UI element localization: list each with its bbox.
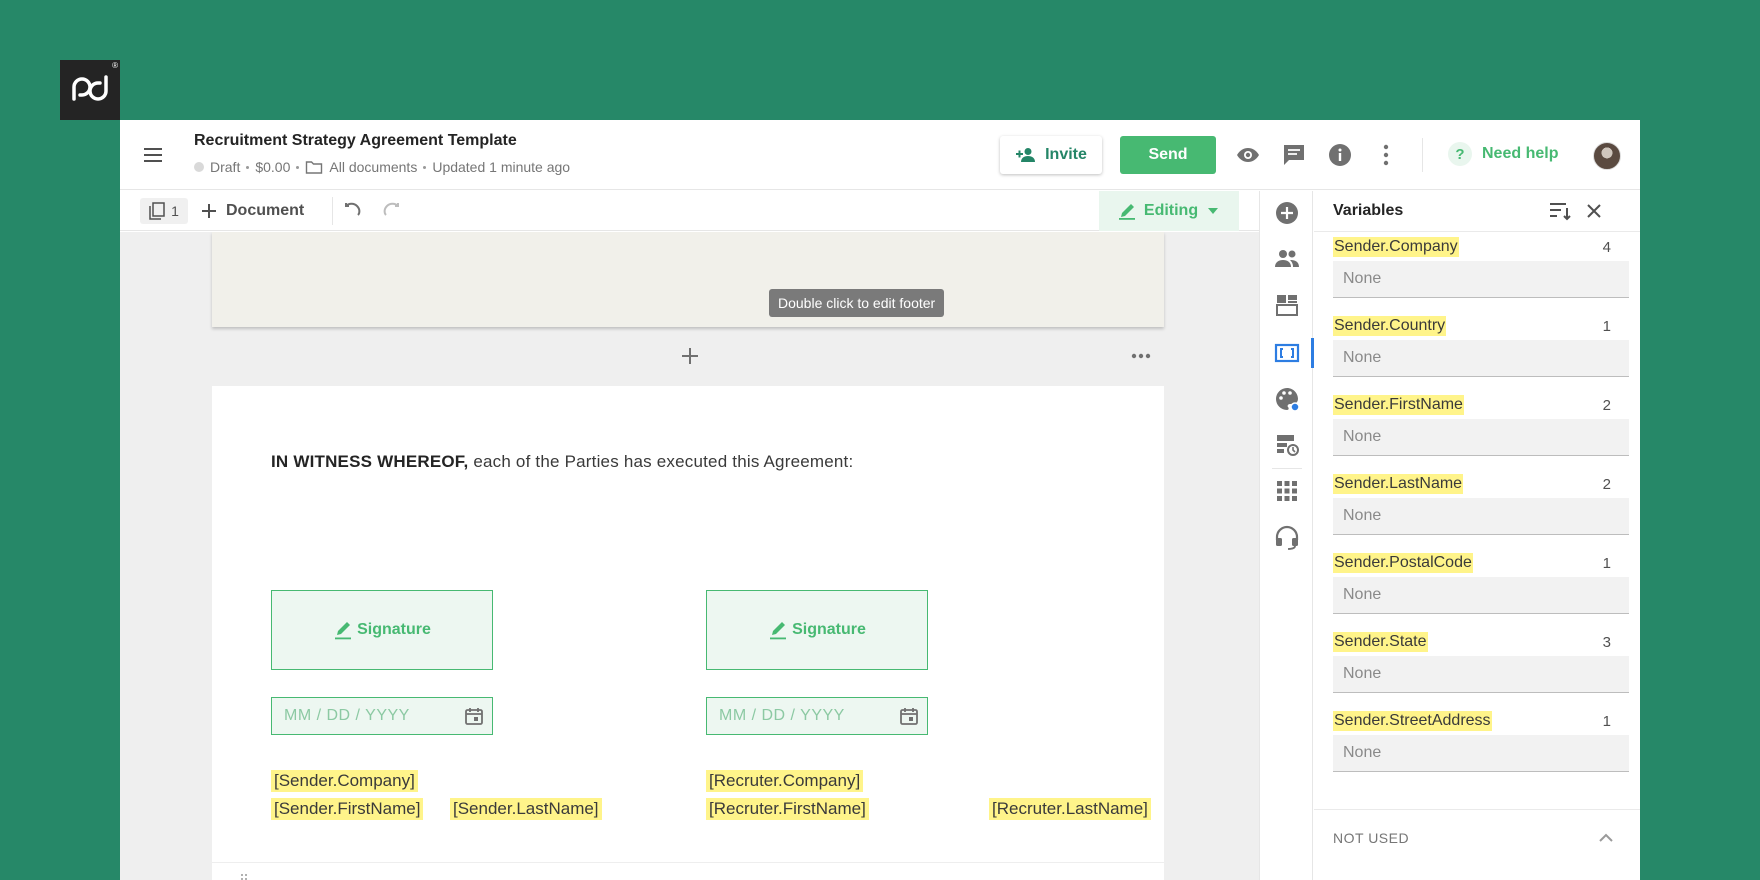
document-title[interactable]: Recruitment Strategy Agreement Template: [194, 132, 517, 150]
signature-field-sender[interactable]: Signature: [271, 590, 493, 670]
headset-icon[interactable]: [1274, 524, 1300, 550]
more-vertical-icon[interactable]: [1374, 143, 1398, 167]
hamburger-menu-icon[interactable]: [142, 144, 164, 166]
date-field-sender[interactable]: MM / DD / YYYY: [271, 697, 493, 735]
variable-tag-recruter-firstname[interactable]: [Recruter.FirstName]: [706, 798, 869, 820]
info-icon[interactable]: [1328, 143, 1352, 167]
content-icon[interactable]: [1274, 292, 1300, 318]
updated-label: Updated 1 minute ago: [432, 159, 571, 175]
add-circle-icon[interactable]: [1274, 200, 1300, 226]
variable-tag-sender-lastname[interactable]: [Sender.LastName]: [450, 798, 602, 820]
avatar[interactable]: [1593, 142, 1621, 170]
chevron-up-icon[interactable]: [1596, 828, 1616, 848]
variable-tag-recruter-company[interactable]: [Recruter.Company]: [706, 770, 864, 792]
folder-icon: [306, 161, 323, 174]
pandadoc-logo: ®: [60, 60, 120, 120]
invite-button[interactable]: Invite: [1000, 136, 1102, 174]
page-footer[interactable]: Double click to edit footer: [212, 232, 1164, 327]
variables-icon[interactable]: [1274, 340, 1300, 366]
variable-tag-recruter-lastname[interactable]: [Recruter.LastName]: [989, 798, 1151, 820]
variable-count: 2: [1602, 476, 1611, 493]
status-dot: [194, 162, 204, 172]
variable-value-input[interactable]: [1333, 577, 1629, 614]
status-label: Draft: [210, 159, 241, 175]
folder-link[interactable]: All documents: [329, 159, 417, 175]
variable-value-input[interactable]: [1333, 419, 1629, 456]
add-page-icon[interactable]: [678, 344, 702, 368]
next-block[interactable]: [212, 862, 1164, 880]
send-button[interactable]: Send: [1120, 136, 1216, 174]
variable-value-input[interactable]: [1333, 340, 1629, 377]
pencil-icon: [335, 622, 352, 640]
variable-tag-sender-company[interactable]: [Sender.Company]: [271, 770, 418, 792]
pages-button[interactable]: 1: [140, 198, 188, 224]
need-help-button[interactable]: ? Need help: [1448, 142, 1558, 166]
add-person-icon: [1016, 148, 1036, 162]
design-icon[interactable]: [1274, 386, 1300, 412]
variables-panel: Variables Sender.Company 4 Sender.Countr…: [1314, 191, 1640, 880]
variable-name[interactable]: Sender.FirstName: [1333, 395, 1464, 415]
chevron-down-icon: [1208, 208, 1219, 214]
sort-icon[interactable]: [1548, 200, 1572, 222]
editing-mode-dropdown[interactable]: Editing: [1099, 191, 1239, 231]
variable-name[interactable]: Sender.StreetAddress: [1333, 711, 1492, 731]
panel-title: Variables: [1333, 202, 1404, 219]
side-rail: [1259, 191, 1314, 880]
plus-icon: [202, 204, 216, 218]
redo-icon[interactable]: [380, 200, 402, 222]
variable-value-input[interactable]: [1333, 735, 1629, 772]
calendar-icon: [465, 708, 483, 725]
variable-count: 4: [1602, 239, 1611, 256]
page-more-icon[interactable]: [1129, 344, 1153, 368]
top-header: Recruitment Strategy Agreement Template …: [120, 120, 1640, 190]
signature-field-recruiter[interactable]: Signature: [706, 590, 928, 670]
not-used-label: NOT USED: [1333, 830, 1410, 846]
comment-icon[interactable]: [1282, 143, 1306, 167]
add-document-button[interactable]: Document: [200, 198, 304, 224]
variable-name[interactable]: Sender.LastName: [1333, 474, 1464, 494]
document-canvas[interactable]: Double click to edit footer IN WITNESS W…: [120, 232, 1259, 880]
date-field-recruiter[interactable]: MM / DD / YYYY: [706, 697, 928, 735]
variable-value-input[interactable]: [1333, 498, 1629, 535]
recipients-icon[interactable]: [1274, 246, 1300, 272]
witness-paragraph[interactable]: IN WITNESS WHEREOF, each of the Parties …: [271, 452, 853, 472]
close-icon[interactable]: [1584, 201, 1604, 221]
fields-icon[interactable]: [1274, 432, 1300, 458]
price-label: $0.00: [255, 159, 291, 175]
variable-value-input[interactable]: [1333, 656, 1629, 693]
pencil-icon: [1118, 204, 1135, 220]
variable-name[interactable]: Sender.State: [1333, 632, 1428, 652]
variable-count: 2: [1602, 397, 1611, 414]
registered-mark: ®: [112, 61, 118, 70]
variable-tag-sender-firstname[interactable]: [Sender.FirstName]: [271, 798, 424, 820]
variable-count: 1: [1602, 318, 1611, 335]
undo-icon[interactable]: [342, 200, 364, 222]
footer-tooltip: Double click to edit footer: [769, 289, 945, 317]
eye-icon[interactable]: [1236, 143, 1260, 167]
variable-count: 3: [1602, 634, 1611, 651]
drag-handle-icon[interactable]: [240, 872, 248, 880]
apps-icon[interactable]: [1274, 478, 1300, 504]
variable-name[interactable]: Sender.Company: [1333, 237, 1459, 257]
pages-icon: [149, 202, 165, 220]
document-page[interactable]: IN WITNESS WHEREOF, each of the Parties …: [212, 386, 1164, 880]
calendar-icon: [900, 708, 918, 725]
pencil-icon: [770, 622, 787, 640]
variable-value-input[interactable]: [1333, 261, 1629, 298]
help-icon: ?: [1448, 142, 1472, 166]
variable-count: 1: [1602, 713, 1611, 730]
variable-name[interactable]: Sender.PostalCode: [1333, 553, 1473, 573]
not-used-section[interactable]: NOT USED: [1314, 809, 1640, 880]
app-window: Recruitment Strategy Agreement Template …: [120, 120, 1640, 880]
document-meta: Draft $0.00 All documents Updated 1 minu…: [194, 159, 570, 175]
variable-count: 1: [1602, 555, 1611, 572]
editor-toolbar: 1 Document Editing: [120, 191, 1259, 231]
variable-name[interactable]: Sender.Country: [1333, 316, 1447, 336]
